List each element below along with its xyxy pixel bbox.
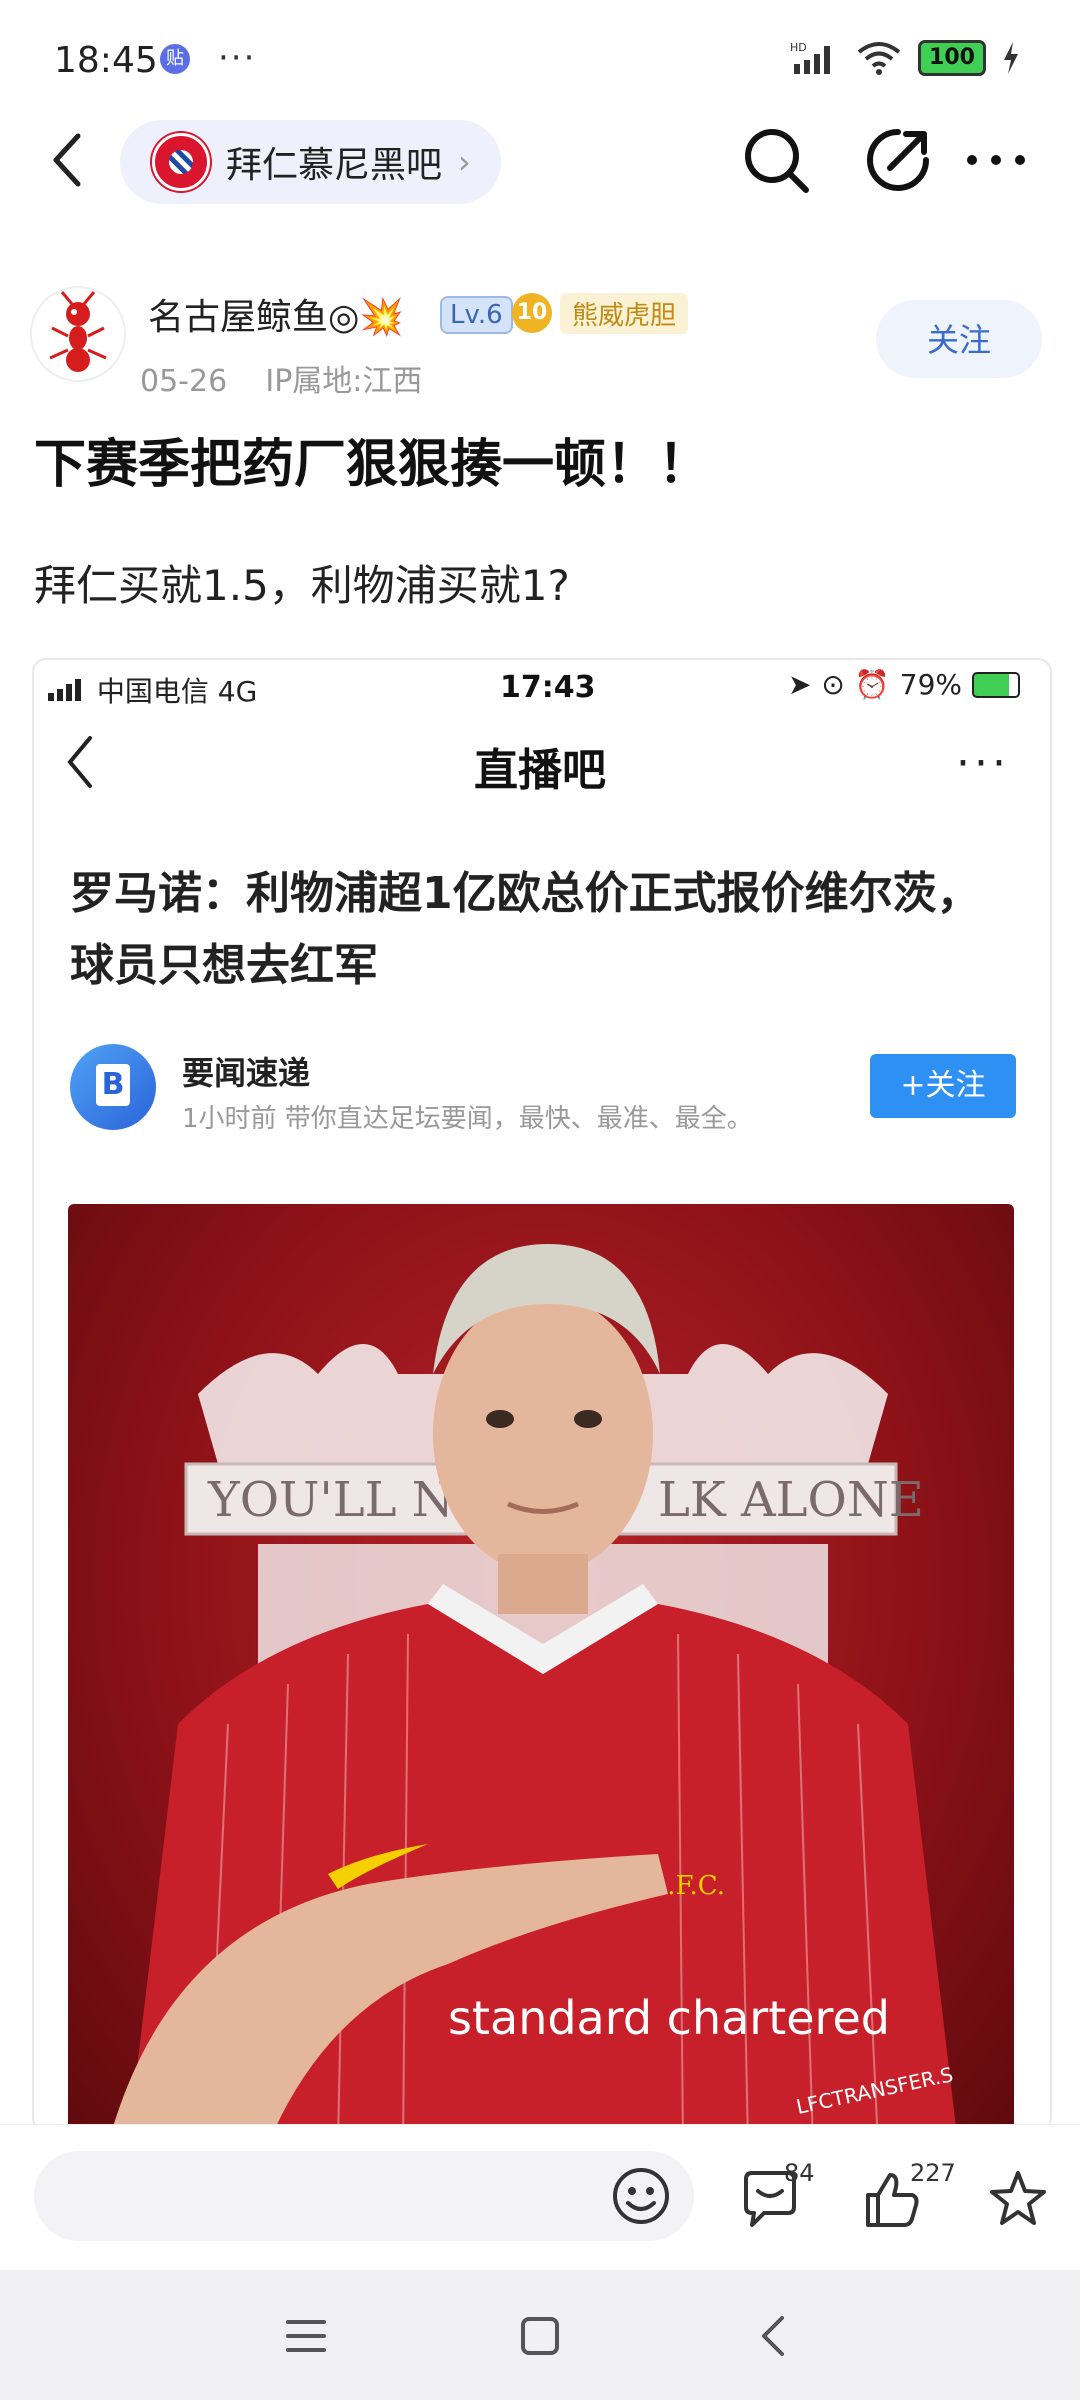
more-icon[interactable] [960,124,1032,196]
embedded-screenshot-image[interactable]: 中国电信 4G 17:43 ➤ ⊙ ⏰ 79% 直播吧 ··· 罗马诺：利物浦超… [32,658,1052,2132]
post-title: 下赛季把药厂狠狠揍一顿！！ [34,435,711,495]
player-photo: YOU'LL NE LK ALONE L.F.C. standard chart… [68,1204,1014,2130]
medal-coin-icon: 10 [512,293,552,333]
embedded-battery-icon [972,671,1020,698]
author-avatar[interactable] [30,286,126,382]
comment-input[interactable] [68,2173,592,2221]
status-indicators: HD 100 [790,40,1020,76]
signal-icon: HD [790,41,830,74]
medal-badge: 10 熊威虎胆 [512,292,689,334]
embedded-back-icon [67,736,92,788]
battery-icon: 100 [918,40,986,76]
status-more-icon: ··· [218,38,257,78]
shirt-sponsor: standard chartered [448,1991,890,2045]
charging-icon [1004,42,1018,74]
post-date: 05-26 [140,364,228,399]
embedded-time: 17:43 [500,670,596,705]
level-badge: Lv.6 [440,296,513,334]
embedded-source-avatar: B [70,1044,156,1130]
embedded-app-title: 直播吧 [474,745,606,796]
alarm-icon: ⏰ [854,668,890,701]
forum-link[interactable]: 拜仁慕尼黑吧 › [120,120,501,204]
share-icon[interactable] [862,124,934,196]
embedded-signal-icon [48,679,81,701]
network-hd-label: HD [790,41,807,54]
forum-name: 拜仁慕尼黑吧 [226,145,443,186]
menu-icon[interactable] [284,2314,328,2358]
back-icon[interactable] [48,130,88,190]
location-arrow-icon: ➤ [787,668,812,701]
wifi-icon [857,42,901,75]
system-back-icon[interactable] [752,2314,796,2358]
embedded-carrier: 中国电信 4G [48,670,257,710]
emoji-icon[interactable] [610,2165,672,2227]
bottom-action-bar: 84 227 [0,2124,1080,2271]
comment-count: 84 [784,2159,815,2187]
like-count: 227 [910,2159,956,2187]
embedded-headline: 罗马诺：利物浦超1亿欧总价正式报价维尔茨，球员只想去红军 [70,868,981,991]
crest-banner-right: LK ALONE [658,1472,924,1528]
player-illustration: YOU'LL NE LK ALONE L.F.C. standard chart… [112,1244,957,2130]
embedded-carrier-label: 中国电信 4G [96,675,258,708]
system-navigation-bar [0,2270,1080,2400]
embedded-follow-button: +关注 [870,1054,1016,1118]
embedded-source-name: 要闻速递 [182,1054,311,1092]
star-icon[interactable] [986,2167,1050,2231]
follow-button[interactable]: 关注 [876,300,1042,378]
embedded-status-right: ➤ ⊙ ⏰ 79% [788,668,1020,701]
app-notification-badge: 贴 [160,44,190,74]
ip-location: IP属地:江西 [265,364,423,399]
embedded-source-meta: 1小时前 带你直达足坛要闻，最快、最准、最全。 [182,1104,753,1134]
medal-title: 熊威虎胆 [560,292,689,334]
post-body: 拜仁买就1.5，利物浦买就1? [34,561,570,610]
author-name[interactable]: 名古屋鲸鱼◎💥 [148,288,404,340]
lock-rotation-icon: ⊙ [821,668,845,701]
status-time: 18:45 [54,40,158,81]
post-meta: 05-26 IP属地:江西 [140,356,422,400]
chevron-right-icon: › [458,143,471,181]
embedded-more-icon: ··· [956,738,1010,789]
ant-avatar-icon [49,291,107,372]
comment-input-box[interactable] [34,2151,694,2241]
embedded-source-avatar-letter: B [96,1064,130,1106]
bayern-logo-icon [152,133,210,191]
embedded-status-bar: 中国电信 4G 17:43 ➤ ⊙ ⏰ 79% [34,660,1050,710]
home-square-icon[interactable] [518,2314,562,2358]
embedded-battery-label: 79% [899,668,962,701]
search-icon[interactable] [740,124,812,196]
